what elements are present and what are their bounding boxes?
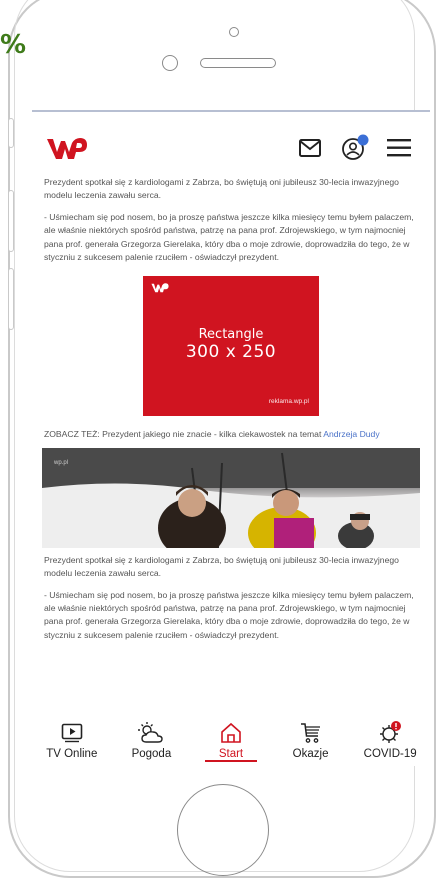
- active-tab-indicator: [205, 760, 257, 762]
- article-content: Prezydent spotkał się z kardiologami z Z…: [32, 176, 430, 650]
- ad-wp-logo-icon: [151, 282, 169, 298]
- see-also-link[interactable]: Andrzeja Dudy: [323, 429, 379, 439]
- home-icon: [191, 720, 271, 746]
- earpiece-speaker: [200, 58, 276, 68]
- article-paragraph: - Uśmiecham się pod nosem, bo ja proszę …: [44, 589, 414, 640]
- ad-title: Rectangle: [198, 327, 264, 343]
- see-also-line: ZOBACZ TEŻ: Prezydent jakiego nie znacie…: [44, 428, 418, 441]
- side-button-volume-down: [8, 268, 14, 330]
- side-button-volume-up: [8, 190, 14, 252]
- ad-footer: reklama.wp.pl: [268, 398, 309, 406]
- sensor-icon: [162, 55, 178, 71]
- hamburger-menu-icon[interactable]: [386, 138, 412, 163]
- weather-icon: [112, 720, 192, 746]
- nav-okazje[interactable]: Okazje: [271, 712, 351, 766]
- percent-overlay: %: [0, 30, 27, 60]
- nav-label: TV Online: [46, 748, 98, 760]
- article-photo[interactable]: wp.pl: [42, 447, 420, 548]
- nav-label: COVID-19: [363, 748, 417, 760]
- nav-tv-online[interactable]: TV Online: [32, 712, 112, 766]
- article-paragraph: - Uśmiecham się pod nosem, bo ja proszę …: [44, 211, 414, 263]
- cart-icon: [271, 720, 351, 746]
- app-header: [32, 122, 430, 172]
- bottom-navigation: TV Online Pogoda Start Okazje COVID-19: [32, 712, 430, 766]
- home-button[interactable]: [177, 784, 269, 876]
- user-notification-icon[interactable]: [340, 134, 370, 167]
- front-camera-icon: [229, 27, 239, 37]
- side-button-mute: [8, 118, 14, 148]
- nav-label: Pogoda: [131, 748, 172, 760]
- nav-pogoda[interactable]: Pogoda: [112, 712, 192, 766]
- wp-logo[interactable]: [46, 136, 88, 167]
- article-paragraph: Prezydent spotkał się z kardiologami z Z…: [44, 177, 399, 201]
- nav-start[interactable]: Start: [191, 712, 271, 766]
- nav-covid[interactable]: COVID-19: [350, 712, 430, 766]
- article-paragraph: Prezydent spotkał się z kardiologami z Z…: [44, 554, 399, 579]
- ad-size: 300 x 250: [185, 342, 277, 363]
- play-icon: [32, 720, 112, 746]
- mail-icon[interactable]: [298, 136, 324, 165]
- phone-screen: Prezydent spotkał się z kardiologami z Z…: [32, 110, 430, 766]
- virus-icon: [350, 720, 430, 746]
- photo-watermark: wp.pl: [53, 460, 68, 466]
- nav-label: Start: [218, 748, 244, 760]
- nav-label: Okazje: [292, 748, 329, 760]
- see-also-text: ZOBACZ TEŻ: Prezydent jakiego nie znacie…: [44, 429, 324, 440]
- ad-rectangle[interactable]: Rectangle 300 x 250 reklama.wp.pl: [143, 276, 319, 417]
